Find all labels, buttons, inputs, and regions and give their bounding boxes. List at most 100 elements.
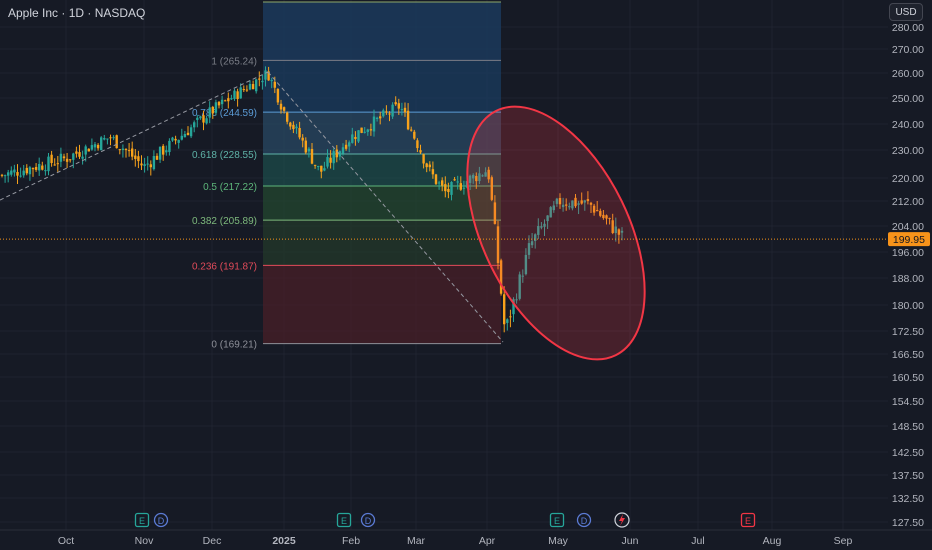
- candle-body: [13, 169, 16, 173]
- candle-body: [90, 145, 94, 150]
- candle-body: [81, 156, 84, 159]
- candle-body: [75, 151, 78, 154]
- price-tick-label: 270.00: [892, 44, 924, 56]
- candle-body: [205, 118, 208, 124]
- candle-body: [394, 102, 397, 105]
- candle-body: [366, 129, 369, 132]
- candle-body: [428, 164, 431, 168]
- candle-body: [171, 137, 174, 141]
- candle-body: [44, 170, 47, 172]
- time-tick-label: Sep: [834, 535, 853, 547]
- candle-body: [202, 115, 205, 123]
- candle-body: [310, 148, 314, 164]
- fib-zone: [263, 154, 501, 186]
- candle-body: [69, 159, 72, 161]
- price-tick-label: 180.00: [892, 300, 924, 312]
- candle-body: [369, 129, 373, 131]
- candle-body: [503, 294, 506, 325]
- price-tick-label: 160.50: [892, 372, 924, 384]
- candle-body: [165, 150, 168, 153]
- candle-body: [106, 138, 109, 140]
- candle-body: [118, 149, 121, 151]
- candle-body: [112, 137, 115, 139]
- candle-body: [65, 158, 69, 162]
- candle-body: [236, 91, 239, 100]
- candle-body: [413, 131, 416, 139]
- candle-body: [96, 144, 100, 149]
- candle-body: [304, 140, 307, 153]
- candle-body: [211, 106, 214, 114]
- candle-body: [233, 90, 236, 99]
- candle-body: [72, 153, 75, 160]
- candle-body: [131, 148, 134, 157]
- candle-body: [174, 138, 177, 141]
- candle-body: [270, 80, 273, 82]
- candle-body: [10, 170, 13, 175]
- candle-body: [16, 172, 19, 176]
- candle-body: [193, 122, 196, 128]
- price-axis[interactable]: 280.00 270.00 260.00 250.00 240.00 230.00 220.…: [888, 0, 932, 530]
- candle-body: [298, 127, 301, 138]
- candle-body: [41, 165, 44, 170]
- time-tick-label: Apr: [479, 535, 496, 547]
- event-marker-letter: D: [158, 516, 165, 526]
- candle-body: [437, 182, 441, 184]
- price-chart[interactable]: 1 (265.24) 0.786 (244.59) 0.618 (228.55) 0.…: [0, 0, 932, 550]
- candle-body: [462, 187, 466, 189]
- candle-body: [180, 135, 183, 140]
- fib-zone: [263, 265, 501, 344]
- candle-body: [320, 165, 323, 172]
- candle-body: [143, 164, 146, 166]
- candle-body: [53, 164, 56, 166]
- candle-body: [335, 149, 338, 158]
- candle-body: [155, 155, 159, 160]
- candle-body: [115, 135, 118, 149]
- candle-body: [189, 127, 193, 137]
- candle-body: [7, 172, 10, 176]
- time-tick-label: Oct: [58, 535, 74, 547]
- candle-body: [127, 150, 131, 152]
- candle-body: [109, 137, 112, 139]
- candle-body: [59, 153, 63, 162]
- currency-button[interactable]: USD: [889, 3, 923, 21]
- candle-body: [431, 169, 435, 175]
- candle-body: [208, 107, 211, 118]
- symbol-title[interactable]: Apple Inc · 1D · NASDAQ: [8, 6, 145, 20]
- event-marker-letter: E: [341, 516, 347, 526]
- candle-body: [78, 152, 81, 157]
- fib-label: 0.5 (217.22): [203, 182, 257, 193]
- time-tick-label: May: [548, 535, 569, 547]
- price-tick-label: 188.00: [892, 273, 924, 285]
- candle-body: [295, 126, 298, 129]
- candle-body: [307, 148, 311, 152]
- candle-body: [251, 84, 255, 90]
- price-tick-label: 196.00: [892, 247, 924, 259]
- candle-body: [329, 157, 332, 163]
- candle-body: [38, 163, 41, 171]
- candle-body: [224, 100, 227, 102]
- price-tick-label: 220.00: [892, 173, 924, 185]
- candle-body: [326, 157, 329, 167]
- price-tick-label: 172.50: [892, 326, 924, 338]
- candle-body: [400, 109, 404, 111]
- candle-body: [62, 156, 66, 159]
- candle-body: [363, 131, 366, 133]
- candle-body: [422, 154, 425, 164]
- price-tick-label: 148.50: [892, 421, 924, 433]
- candle-body: [459, 183, 462, 190]
- candle-body: [354, 136, 357, 139]
- candle-body: [87, 148, 90, 152]
- candle-body: [282, 107, 286, 111]
- fib-zone: [263, 185, 501, 221]
- candle-body: [255, 79, 258, 92]
- candle-body: [292, 124, 295, 130]
- candle-body: [31, 168, 35, 170]
- candle-body: [375, 117, 379, 120]
- candle-body: [239, 87, 242, 99]
- fib-label: 0.786 (244.59): [192, 108, 257, 119]
- candle-body: [279, 103, 283, 110]
- candle-body: [276, 89, 280, 103]
- candle-body: [162, 145, 165, 155]
- fib-zone: [263, 220, 501, 266]
- candle-body: [227, 98, 230, 102]
